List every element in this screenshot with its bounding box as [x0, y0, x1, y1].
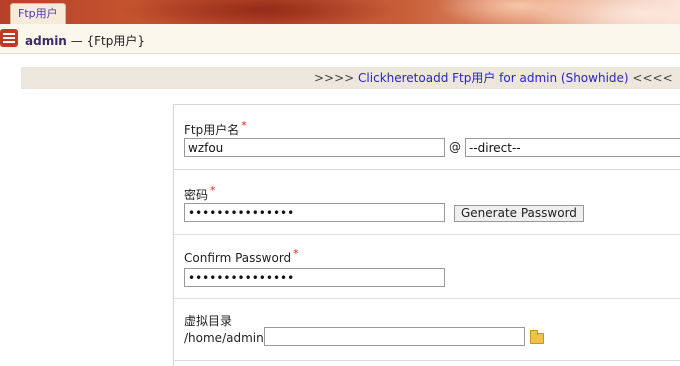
ftp-user-form: Ftp用户名* @ 密码* Generate Password Confirm …: [173, 104, 680, 366]
password-row: 密码 * Generate Password: [174, 170, 680, 235]
required-marker: *: [210, 184, 216, 197]
password-label: 密码 *: [184, 184, 216, 203]
at-sign: @: [449, 140, 461, 154]
username-label-text: Ftp用户名: [184, 123, 240, 137]
username-row: Ftp用户名* @: [174, 105, 680, 170]
required-marker: *: [241, 119, 247, 132]
top-banner: Ftp用户: [0, 0, 680, 24]
tab-ftp-users[interactable]: Ftp用户: [10, 3, 66, 24]
domain-select[interactable]: [465, 138, 680, 157]
title-user: admin: [25, 34, 67, 48]
directory-input[interactable]: [264, 327, 525, 346]
directory-row: 虚拟目录 /home/admin/: [174, 299, 680, 361]
confirm-password-label-text: Confirm Password: [184, 251, 292, 265]
directory-prefix: /home/admin/: [184, 331, 268, 345]
add-user-link[interactable]: Clickheretoadd Ftp用户 for admin (Showhide…: [358, 71, 629, 85]
folder-icon[interactable]: [530, 330, 544, 344]
password-input[interactable]: [184, 203, 445, 222]
username-label: Ftp用户名 *: [184, 119, 247, 138]
title-separator: —: [70, 34, 83, 48]
generate-password-button[interactable]: Generate Password: [454, 205, 584, 222]
page-title: admin — {Ftp用户}: [25, 32, 145, 49]
title-bar: admin — {Ftp用户}: [0, 24, 680, 54]
title-context: {Ftp用户}: [86, 34, 146, 48]
add-user-bar: >>>> Clickheretoadd Ftp用户 for admin (Sho…: [21, 67, 680, 89]
confirm-password-input[interactable]: [184, 268, 445, 287]
app-menu-icon[interactable]: [0, 29, 18, 47]
add-user-prefix: >>>>: [314, 71, 359, 85]
confirm-password-label: Confirm Password *: [184, 247, 299, 265]
required-marker: *: [293, 247, 299, 260]
username-input[interactable]: [184, 138, 445, 157]
add-user-suffix: <<<<: [632, 71, 673, 85]
password-label-text: 密码: [184, 188, 209, 202]
confirm-password-row: Confirm Password *: [174, 235, 680, 299]
directory-label: 虚拟目录: [184, 314, 233, 328]
